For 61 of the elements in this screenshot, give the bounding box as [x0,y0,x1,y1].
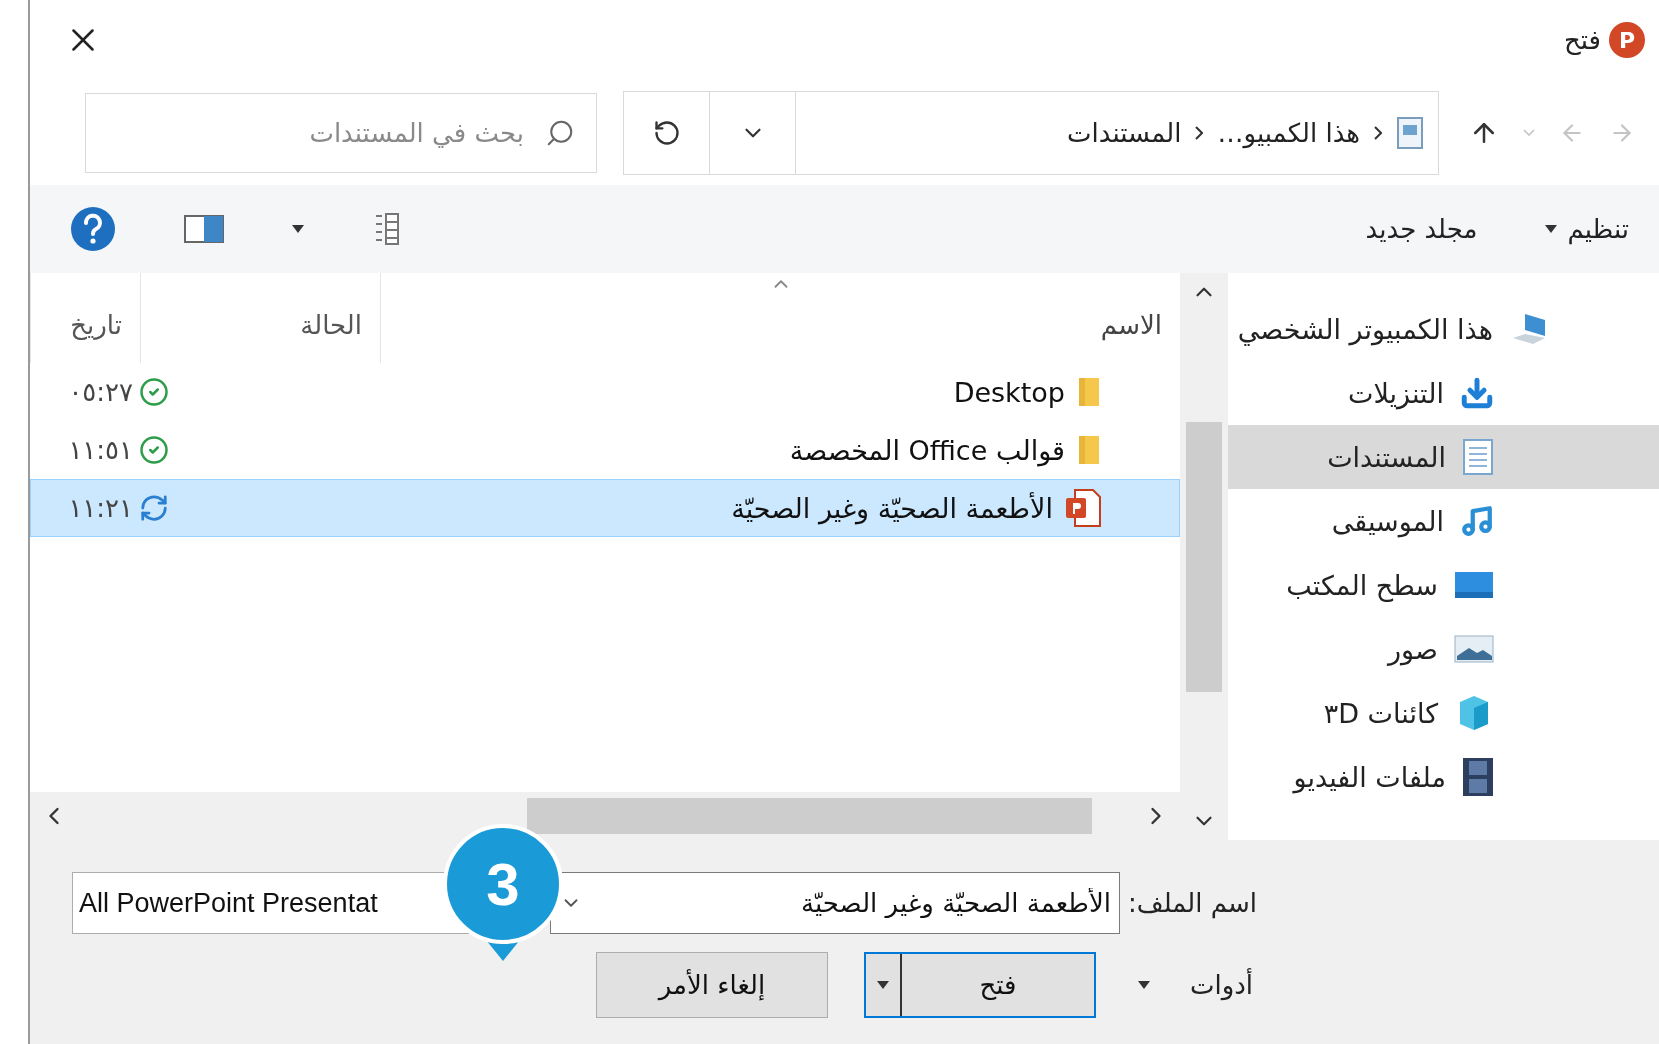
chevron-down-icon [1523,129,1535,136]
sidebar-item[interactable]: التنزيلات [1228,361,1659,425]
sidebar-item[interactable]: كائنات ٣D [1228,681,1659,745]
breadcrumb-item[interactable]: هذا الكمبيو… [1217,117,1360,148]
scrollbar-thumb[interactable] [527,798,1092,834]
file-type-dropdown[interactable]: All PowerPoint Presentat [72,872,416,934]
open-button[interactable]: فتح [863,952,1096,1018]
sidebar-item[interactable]: صور [1228,617,1659,681]
refresh-icon [652,118,681,147]
step-callout-tooltip: 3 [442,823,564,963]
file-name-label: اسم الملف: [1126,888,1258,918]
presentation-file-icon [1065,489,1101,527]
file-name-field[interactable]: الأطعمة الصحيّة وغير الصحيّة [549,872,1120,934]
file-date: ١١:٢١ [67,493,134,523]
sidebar-label: كائنات ٣D [1323,697,1438,729]
music-note-icon [1460,504,1494,538]
window-title: فتح [1563,25,1601,55]
breadcrumb-separator-icon [1374,125,1382,140]
dropdown-icon [1545,225,1558,233]
desktop-icon [1454,570,1494,600]
document-icon [1396,115,1424,150]
document-icon [1462,438,1494,476]
file-date: ١١:٥١ [67,435,134,465]
folder-icon [1077,376,1101,408]
file-name: الأطعمة الصحيّة وغير الصحيّة [731,492,1053,524]
sidebar-label: التنزيلات [1348,377,1444,409]
breadcrumb-item[interactable]: المستندات [1067,117,1182,148]
sidebar-item[interactable]: ملفات الفيديو [1228,745,1659,809]
file-name: قوالب Office المخصصة [789,434,1065,466]
dropdown-icon [1137,981,1150,989]
file-name: Desktop [953,376,1065,408]
pictures-icon [1454,634,1494,664]
sidebar-item[interactable]: سطح المكتب [1228,553,1659,617]
film-icon [1462,757,1494,797]
vertical-scrollbar[interactable] [1180,273,1228,840]
tools-button[interactable]: أدوات [1133,966,1257,1004]
breadcrumb-separator-icon [1195,125,1204,140]
file-row[interactable]: الأطعمة الصحيّة وغير الصحيّة ١١:٢١ [30,479,1180,537]
sidebar-label: ملفات الفيديو [1293,761,1446,793]
sidebar-label: سطح المكتب [1286,569,1438,601]
sidebar-item[interactable]: المستندات [1228,425,1659,489]
sidebar-label: صور [1388,633,1438,665]
search-field[interactable]: بحث في المستندات [85,92,597,173]
app-icon: P [1609,22,1645,58]
new-folder-button[interactable]: مجلد جديد [1361,210,1482,248]
help-icon [70,206,116,252]
address-bar[interactable]: هذا الكمبيو… المستندات [623,90,1439,175]
sidebar-label: الموسيقى [1331,505,1444,537]
organize-button[interactable]: تنظيم [1541,210,1633,248]
caret-icon [292,225,304,233]
cancel-button[interactable]: إلغاء الأمر [595,952,828,1018]
sidebar-label: هذا الكمبيوتر الشخصي [1237,313,1493,345]
file-date: ٠٥:٢٧ [67,377,134,407]
preview-pane-icon [184,214,224,244]
folder-icon [1077,434,1101,466]
sidebar-item[interactable]: هذا الكمبيوتر الشخصي [1228,297,1659,361]
caret-icon [876,981,889,989]
download-icon [1460,376,1494,410]
scrollbar-thumb[interactable] [1186,421,1222,692]
sidebar-label: المستندات [1327,441,1446,473]
sidebar-item[interactable]: الموسيقى [1228,489,1659,553]
